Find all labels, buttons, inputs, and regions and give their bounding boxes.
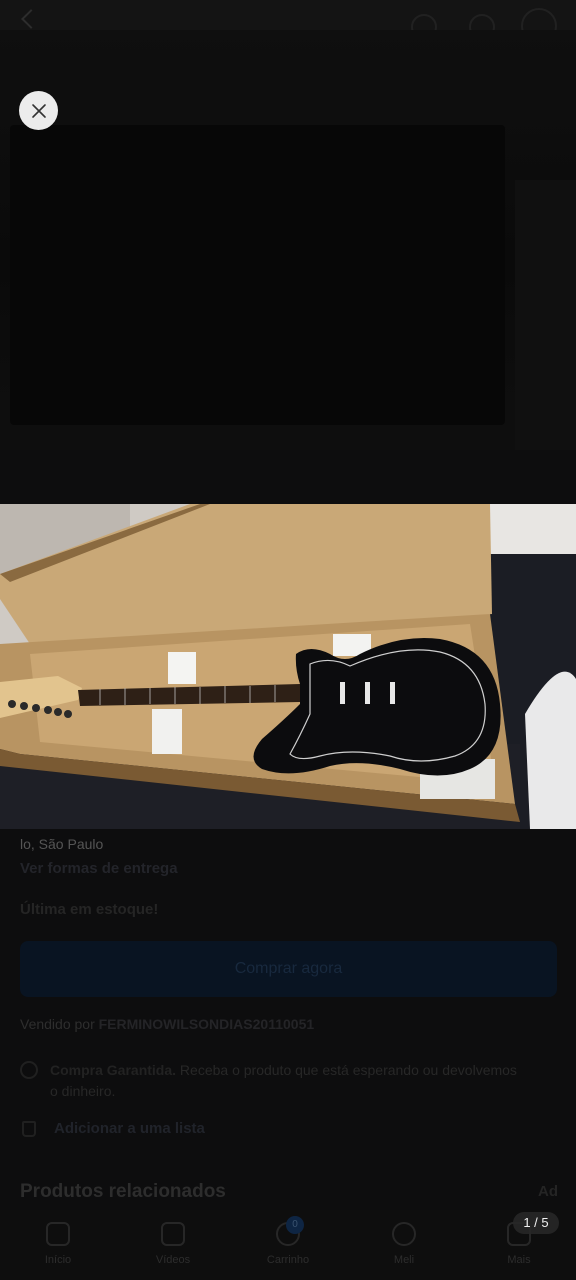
product-photo[interactable] xyxy=(0,504,576,829)
guitar-photo-illustration xyxy=(0,504,576,829)
image-counter: 1 / 5 xyxy=(513,1212,559,1234)
close-button[interactable] xyxy=(19,91,58,130)
close-icon xyxy=(31,103,46,118)
